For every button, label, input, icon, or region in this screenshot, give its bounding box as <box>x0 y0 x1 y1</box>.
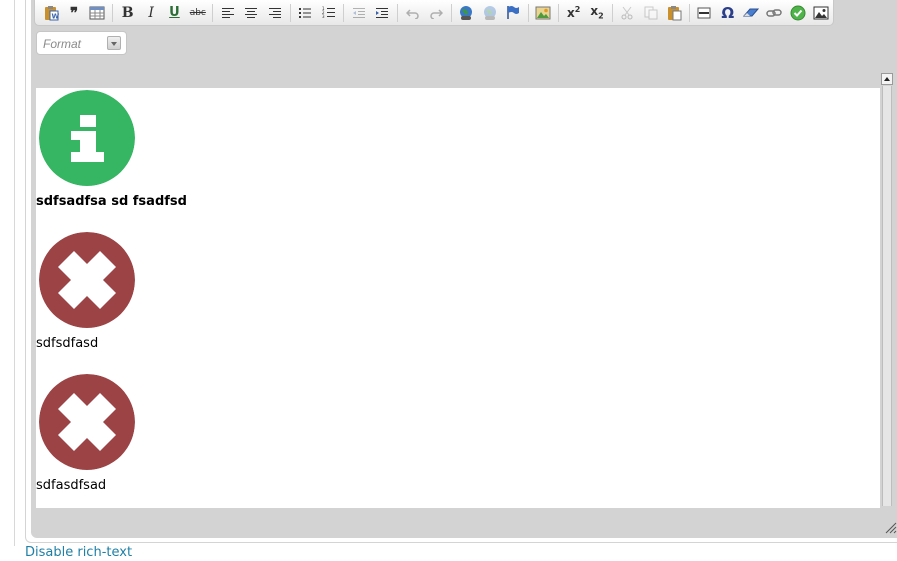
info-icon <box>39 90 135 186</box>
image-caption: sdfasdfsad <box>36 478 107 493</box>
flag-icon <box>507 6 519 19</box>
toolbar-separator <box>396 3 398 22</box>
spellcheck-button[interactable] <box>788 3 807 23</box>
toolbar-separator <box>112 3 114 22</box>
horizontal-rule-icon <box>697 7 711 18</box>
toolbar-separator <box>450 3 452 22</box>
align-left-icon <box>222 7 235 18</box>
anchor-button[interactable] <box>503 3 522 23</box>
editor-toolbar: W ❞ B I U abc 123 x2 x2 Ω <box>34 0 834 26</box>
undo-button[interactable] <box>403 3 422 23</box>
align-center-icon <box>245 7 258 18</box>
scroll-track[interactable] <box>882 86 892 506</box>
indent-button[interactable] <box>373 3 392 23</box>
format-dropdown-label: Format <box>43 37 82 51</box>
format-dropdown[interactable]: Format <box>36 31 127 55</box>
table-icon <box>89 6 105 19</box>
link-globe-icon <box>460 5 473 20</box>
link-button[interactable] <box>457 3 476 23</box>
superscript-button[interactable]: x2 <box>564 3 583 23</box>
vertical-scrollbar[interactable] <box>880 72 894 508</box>
cut-button[interactable] <box>618 3 637 23</box>
left-rule <box>14 0 15 546</box>
disable-rich-text-link[interactable]: Disable rich-text <box>25 545 132 560</box>
toolbar-separator <box>527 3 529 22</box>
toolbar-separator <box>212 3 214 22</box>
subscript-icon: x2 <box>590 4 604 21</box>
toolbar-separator <box>688 3 690 22</box>
image-icon <box>535 6 551 19</box>
outdent-icon <box>352 7 365 18</box>
resize-grip-icon[interactable] <box>885 522 897 534</box>
chain-icon <box>766 8 783 17</box>
numbered-list-button[interactable]: 123 <box>319 3 338 23</box>
subscript-button[interactable]: x2 <box>587 3 606 23</box>
blockquote-button[interactable]: ❞ <box>64 3 83 23</box>
error-x-icon <box>39 374 135 470</box>
check-circle-icon <box>790 5 806 20</box>
scissors-icon <box>621 6 633 19</box>
scroll-up-arrow-icon[interactable] <box>881 73 893 85</box>
media-icon <box>813 6 829 19</box>
remove-format-button[interactable] <box>741 3 760 23</box>
strikethrough-icon: abc <box>189 7 206 18</box>
bold-button[interactable]: B <box>118 3 137 23</box>
align-right-button[interactable] <box>265 3 284 23</box>
align-left-button[interactable] <box>218 3 237 23</box>
align-center-button[interactable] <box>242 3 261 23</box>
image-button[interactable] <box>534 3 553 23</box>
bold-icon: B <box>121 4 134 21</box>
insert-link-button[interactable] <box>765 3 784 23</box>
superscript-icon: x2 <box>566 5 581 20</box>
italic-icon: I <box>148 4 154 21</box>
underline-icon: U <box>169 5 180 20</box>
image-caption: sdfsdfasd <box>36 336 99 351</box>
bulleted-list-icon <box>299 7 312 18</box>
redo-button[interactable] <box>426 3 445 23</box>
align-right-icon <box>268 7 281 18</box>
omega-icon: Ω <box>721 3 735 22</box>
rich-text-editor: W ❞ B I U abc 123 x2 x2 Ω Format sdfsadf… <box>31 0 897 538</box>
editor-content-area[interactable]: sdfsadfsa sd fsadfsd sdfsdfasd sdfasdfsa… <box>36 88 880 508</box>
copy-button[interactable] <box>641 3 660 23</box>
unlink-button[interactable] <box>480 3 499 23</box>
table-button[interactable] <box>88 3 107 23</box>
indent-icon <box>376 7 389 18</box>
bulleted-list-button[interactable] <box>296 3 315 23</box>
italic-button[interactable]: I <box>141 3 160 23</box>
eraser-icon <box>743 8 760 16</box>
numbered-list-icon: 123 <box>322 6 335 19</box>
undo-icon <box>405 8 419 19</box>
chevron-down-icon[interactable] <box>107 36 121 50</box>
unlink-globe-icon <box>483 5 496 20</box>
copy-icon <box>644 6 658 19</box>
toolbar-separator <box>289 3 291 22</box>
special-char-button[interactable]: Ω <box>718 3 737 23</box>
svg-text:3: 3 <box>322 14 325 19</box>
toolbar-separator <box>343 3 345 22</box>
horizontal-rule-button[interactable] <box>695 3 714 23</box>
quote-icon: ❞ <box>70 3 79 22</box>
svg-text:W: W <box>51 12 59 20</box>
paste-button[interactable] <box>664 3 683 23</box>
paste-word-icon: W <box>44 5 59 20</box>
toolbar-separator <box>611 3 613 22</box>
toolbar-separator <box>557 3 559 22</box>
redo-icon <box>430 8 443 19</box>
image-caption: sdfsadfsa sd fsadfsd <box>36 194 187 209</box>
insert-media-button[interactable] <box>811 3 830 23</box>
paste-from-word-button[interactable]: W <box>41 3 60 23</box>
outdent-button[interactable] <box>349 3 368 23</box>
paste-icon <box>668 5 682 20</box>
error-x-icon <box>39 232 135 328</box>
strikethrough-button[interactable]: abc <box>188 3 207 23</box>
underline-button[interactable]: U <box>165 3 184 23</box>
